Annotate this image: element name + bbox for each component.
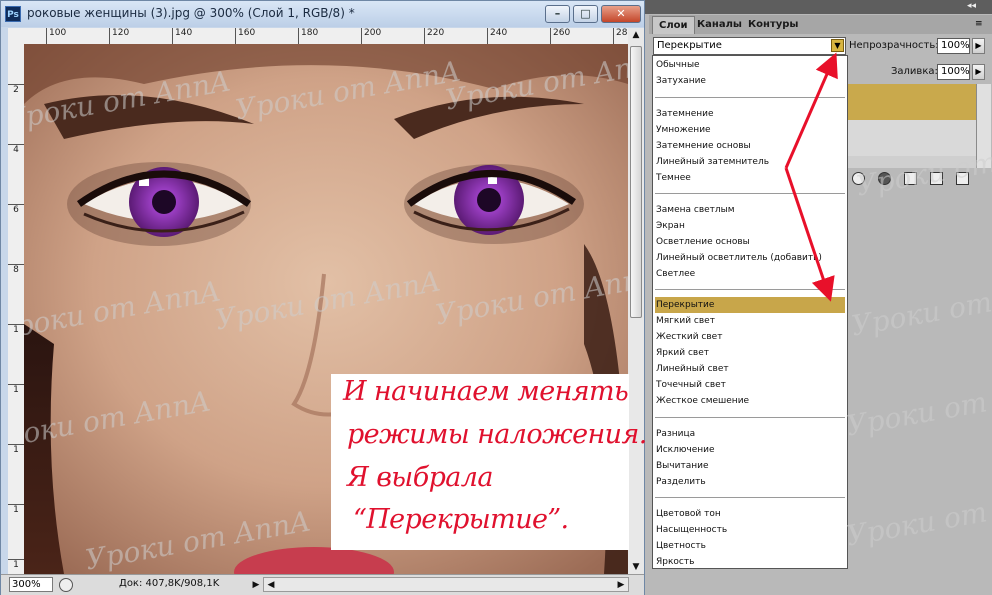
arrow-to-overlay xyxy=(784,167,835,302)
annotation-arrows xyxy=(784,52,838,302)
arrow-to-select xyxy=(784,52,838,169)
